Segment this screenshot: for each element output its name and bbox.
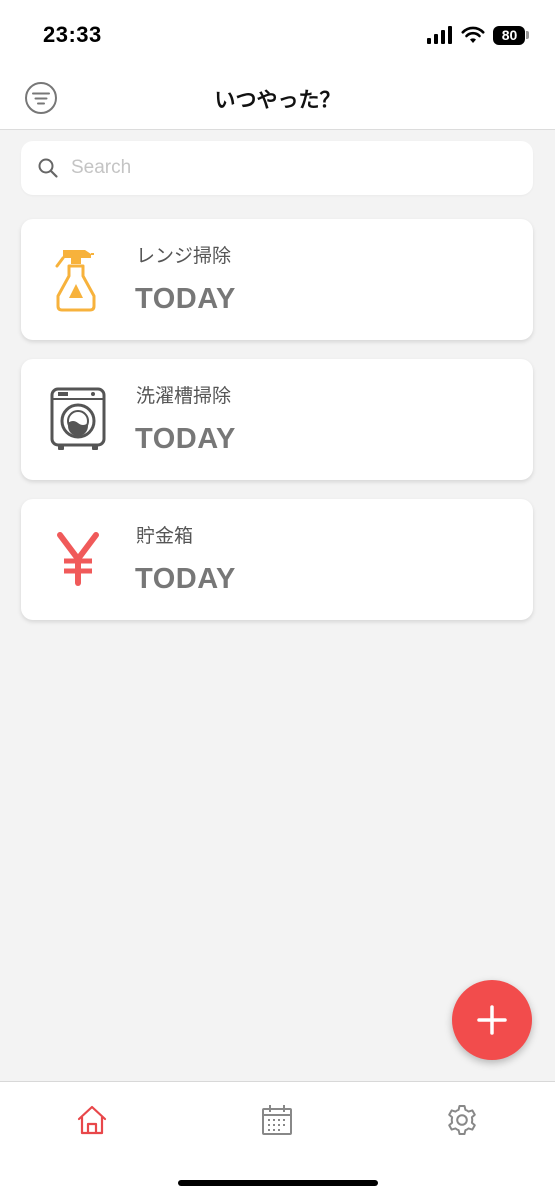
home-indicator (178, 1180, 378, 1186)
calendar-icon (262, 1105, 292, 1135)
search-input[interactable] (71, 157, 491, 179)
battery-indicator: 80 (493, 25, 529, 45)
task-name: 貯金箱 (136, 525, 194, 547)
settings-icon (448, 1105, 476, 1135)
task-card[interactable]: 洗濯槽掃除 TODAY (21, 359, 533, 480)
page-title: いつやった？ (214, 88, 341, 112)
task-name: レンジ掃除 (136, 245, 232, 267)
tab-calendar[interactable] (257, 1100, 297, 1140)
search-icon (38, 158, 58, 178)
add-task-button[interactable] (452, 980, 532, 1060)
task-name: 洗濯槽掃除 (136, 385, 232, 407)
task-status: TODAY (135, 423, 236, 455)
signal-icon (427, 26, 452, 44)
top-bar: 23:33 80 いつやった？ (0, 0, 555, 130)
spray-bottle-icon (47, 243, 109, 315)
status-time: 23:33 (43, 22, 102, 47)
yen-icon (47, 523, 109, 595)
tab-settings[interactable] (442, 1100, 482, 1140)
home-icon (77, 1105, 107, 1135)
search-bar[interactable] (21, 141, 533, 195)
task-status: TODAY (135, 563, 236, 595)
battery-level: 80 (493, 25, 525, 45)
plus-icon (477, 1005, 507, 1035)
task-status: TODAY (135, 283, 236, 315)
wifi-icon (461, 26, 485, 43)
task-card[interactable]: 貯金箱 TODAY (21, 499, 533, 620)
status-icons: 80 (427, 22, 529, 48)
tab-home[interactable] (72, 1100, 112, 1140)
task-card[interactable]: レンジ掃除 TODAY (21, 219, 533, 340)
washing-machine-icon (47, 383, 109, 455)
